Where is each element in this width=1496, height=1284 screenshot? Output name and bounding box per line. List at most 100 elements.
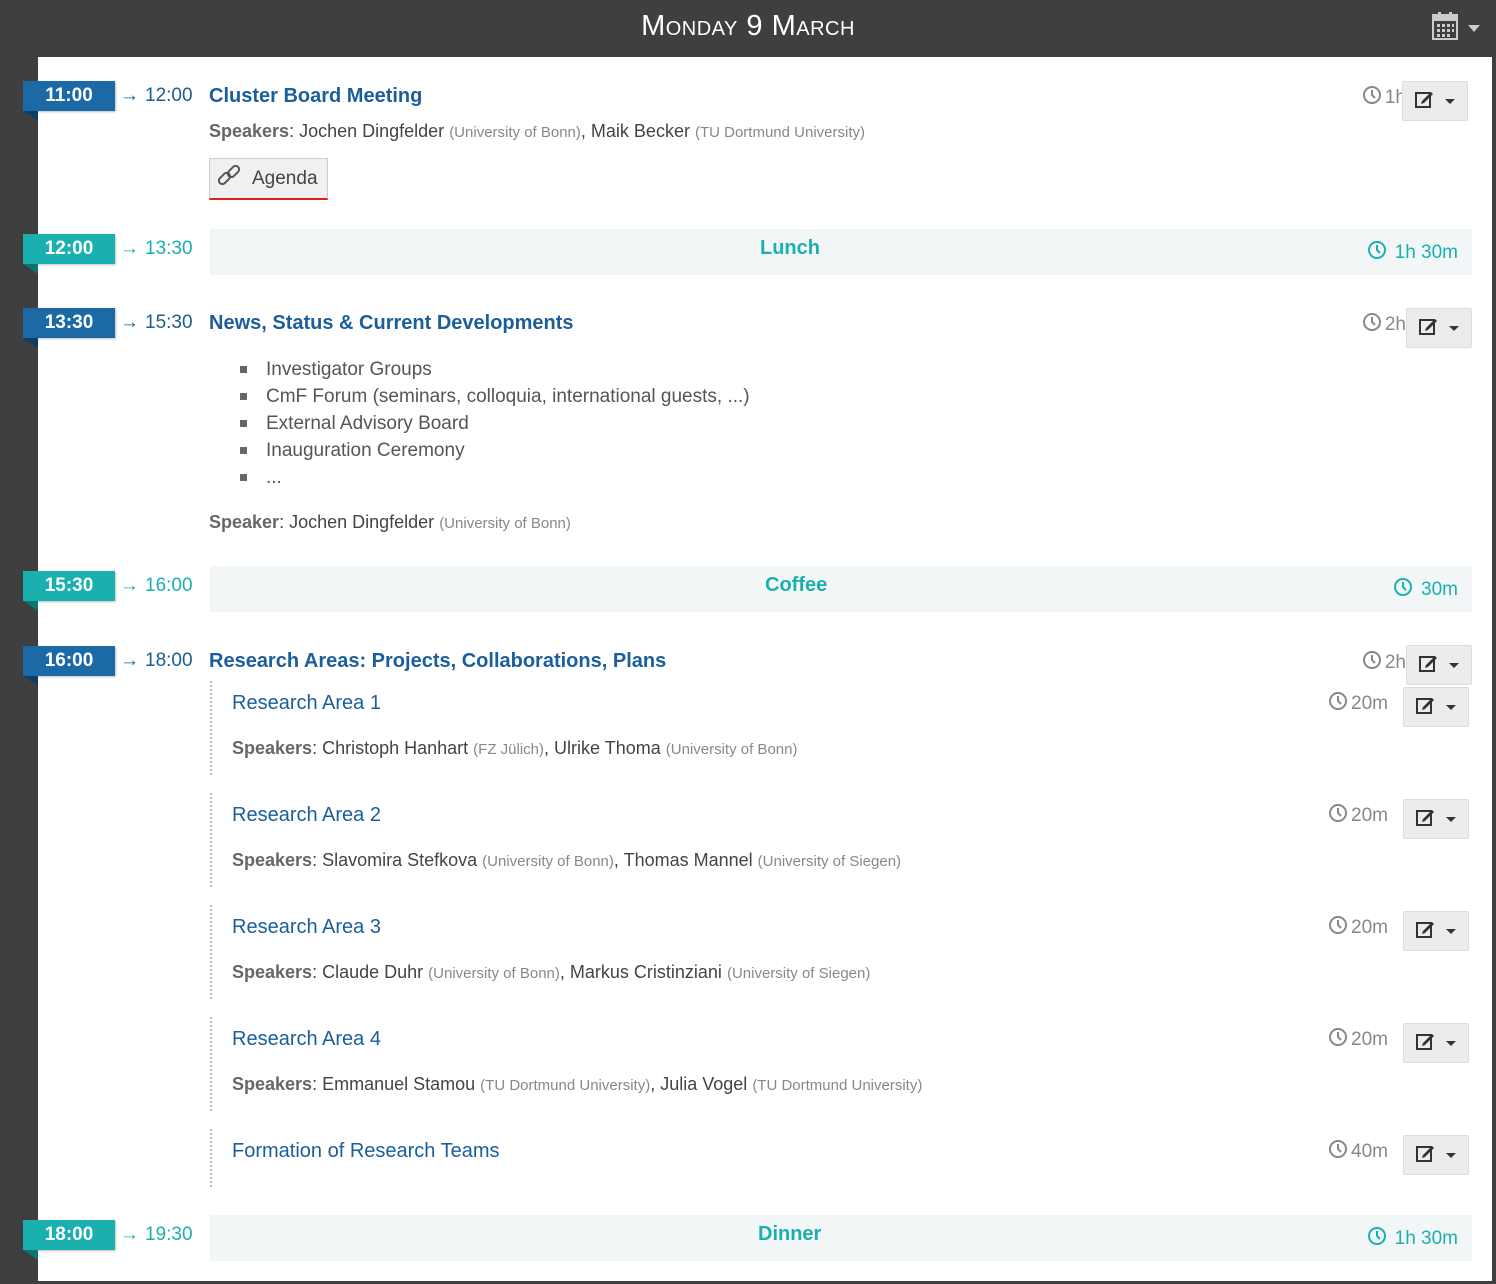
duration: 20m <box>1328 689 1388 719</box>
speaker-affiliation: (University of Bonn) <box>449 124 581 141</box>
edit-icon <box>1416 1032 1436 1055</box>
clock-icon <box>1367 240 1387 266</box>
break-bar: Dinner 1h 30m <box>210 1215 1472 1261</box>
edit-menu-button[interactable] <box>1403 799 1469 839</box>
speakers-label: Speakers <box>209 121 290 141</box>
calendar-dropdown-button[interactable] <box>1432 11 1488 45</box>
speaker-name: Julia Vogel <box>660 1074 748 1094</box>
edit-icon <box>1416 808 1436 831</box>
list-item: ... <box>240 464 750 491</box>
speaker-name: Maik Becker <box>590 121 690 141</box>
chevron-down-icon <box>1446 1040 1456 1046</box>
speaker-affiliation: (University of Bonn) <box>439 515 571 532</box>
break-bar: Lunch 1h 30m <box>210 229 1472 275</box>
start-time-badge: 16:00 <box>23 646 115 686</box>
speaker-name: Thomas Mannel <box>623 850 753 870</box>
arrow-icon: → <box>120 85 139 106</box>
speakers-line: Speakers: Claude Duhr (University of Bon… <box>232 962 871 982</box>
speaker-name: Slavomira Stefkova <box>322 850 478 870</box>
speaker-name: Christoph Hanhart <box>322 738 469 758</box>
chevron-down-icon <box>1446 704 1456 710</box>
speakers-label: Speakers <box>232 738 313 758</box>
start-time-badge: 15:30 <box>23 571 115 611</box>
chevron-down-icon <box>1449 662 1459 668</box>
start-time-badge: 12:00 <box>23 234 115 274</box>
contribution-title[interactable]: Formation of Research Teams <box>232 1137 500 1165</box>
speaker-affiliation: (TU Dortmund University) <box>480 1077 651 1094</box>
contribution-title[interactable]: Research Area 1 <box>232 689 381 717</box>
entry-title[interactable]: Cluster Board Meeting <box>209 81 422 111</box>
speakers-label: Speakers <box>232 850 313 870</box>
end-time: → 16:00 <box>120 571 193 601</box>
contribution-title[interactable]: Research Area 3 <box>232 913 381 941</box>
clock-icon <box>1328 691 1348 717</box>
speakers-label: Speakers <box>232 962 313 982</box>
clock-icon <box>1362 85 1382 111</box>
start-time-badge: 18:00 <box>23 1220 115 1260</box>
edit-menu-button[interactable] <box>1403 911 1469 951</box>
edit-menu-button[interactable] <box>1403 1135 1469 1175</box>
duration: 20m <box>1328 1025 1388 1055</box>
edit-menu-button[interactable] <box>1402 81 1468 121</box>
duration-value: 2h <box>1384 652 1406 673</box>
break-title: Lunch <box>760 237 820 259</box>
start-time-badge: 13:30 <box>23 308 115 348</box>
speakers-line: Speakers: Emmanuel Stamou (TU Dortmund U… <box>232 1074 923 1094</box>
clock-icon <box>1393 577 1413 603</box>
chevron-down-icon <box>1446 816 1456 822</box>
edit-menu-button[interactable] <box>1406 308 1472 348</box>
duration-value: 20m <box>1351 917 1388 938</box>
arrow-icon: → <box>120 650 139 671</box>
edit-menu-button[interactable] <box>1406 645 1472 685</box>
entry-title[interactable]: News, Status & Current Developments <box>209 308 574 338</box>
timetable-panel: 11:00 → 12:00 Cluster Board Meeting 1h S… <box>23 57 1492 1281</box>
break-bar: Coffee 30m <box>210 566 1472 612</box>
contribution-item: Research Area 4 20m Speakers: Emmanuel S… <box>210 1017 1472 1111</box>
speakers-line: Speakers: Christoph Hanhart (FZ Jülich),… <box>232 738 798 758</box>
edit-menu-button[interactable] <box>1403 687 1469 727</box>
clock-icon <box>1328 1139 1348 1165</box>
edit-menu-button[interactable] <box>1403 1023 1469 1063</box>
duration: 1h <box>1362 83 1406 113</box>
contribution-title[interactable]: Research Area 2 <box>232 801 381 829</box>
entry-title[interactable]: Research Areas: Projects, Collaborations… <box>209 646 666 676</box>
list-item: Inauguration Ceremony <box>240 437 750 464</box>
duration-value: 20m <box>1351 805 1388 826</box>
break-duration: 1h 30m <box>1367 1226 1458 1252</box>
clock-icon <box>1362 312 1382 338</box>
end-time: → 12:00 <box>120 81 193 111</box>
speaker-affiliation: (TU Dortmund University) <box>752 1077 923 1094</box>
speaker-affiliation: (University of Bonn) <box>665 741 798 758</box>
duration: 2h <box>1362 648 1406 678</box>
break-title: Dinner <box>758 1223 822 1245</box>
duration: 40m <box>1328 1137 1388 1167</box>
calendar-icon <box>1432 11 1458 45</box>
agenda-link-button[interactable]: Agenda <box>209 158 328 200</box>
end-time: → 13:30 <box>120 234 193 264</box>
speaker-affiliation: (University of Siegen) <box>757 853 902 870</box>
contribution-title[interactable]: Research Area 4 <box>232 1025 381 1053</box>
duration-value: 20m <box>1351 693 1388 714</box>
chevron-down-icon <box>1446 1152 1456 1158</box>
end-time-value: 12:00 <box>145 85 193 106</box>
arrow-icon: → <box>120 238 139 259</box>
duration-value: 1h 30m <box>1394 242 1458 263</box>
duration-value: 20m <box>1351 1029 1388 1050</box>
list-item: External Advisory Board <box>240 410 750 437</box>
clock-icon <box>1362 650 1382 676</box>
duration: 20m <box>1328 913 1388 943</box>
speaker-name: Ulrike Thoma <box>554 738 661 758</box>
clock-icon <box>1367 1226 1387 1252</box>
speaker-name: Claude Duhr <box>322 962 424 982</box>
end-time: → 15:30 <box>120 308 193 338</box>
speaker-name: Jochen Dingfelder <box>289 512 435 532</box>
arrow-icon: → <box>120 575 139 596</box>
speakers-label: Speaker <box>209 512 280 532</box>
contribution-item: Research Area 2 20m Speakers: Slavomira … <box>210 793 1472 887</box>
end-time-value: 16:00 <box>145 575 193 596</box>
edit-icon <box>1416 696 1436 719</box>
speakers-label: Speakers <box>232 1074 313 1094</box>
start-time-badge: 11:00 <box>23 81 115 121</box>
edit-icon <box>1416 920 1436 943</box>
duration-value: 40m <box>1351 1141 1388 1162</box>
